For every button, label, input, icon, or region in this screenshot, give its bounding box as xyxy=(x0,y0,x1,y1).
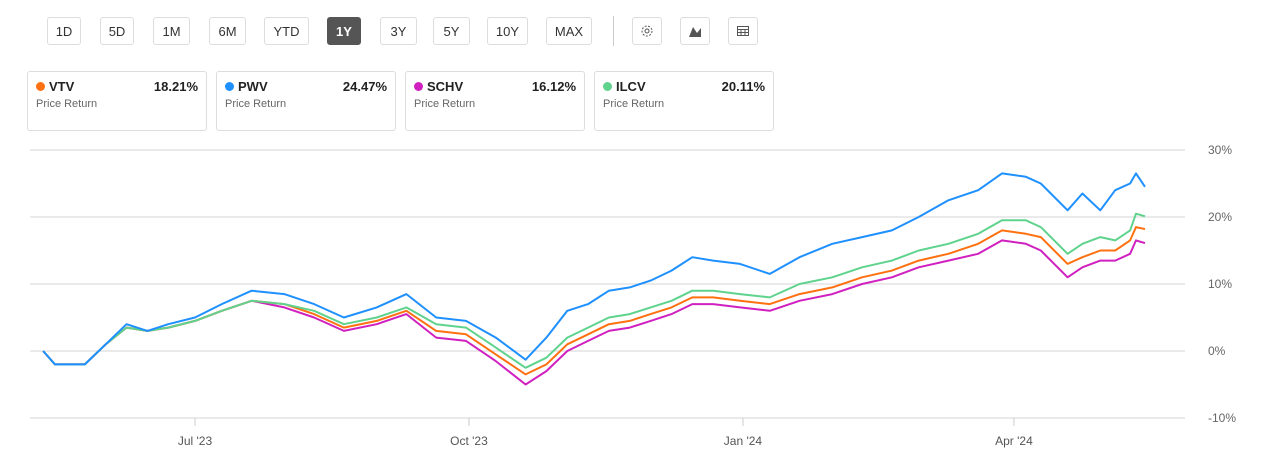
y-tick-label: 10% xyxy=(1208,277,1232,291)
x-tick-label: Apr '24 xyxy=(995,434,1033,448)
series-line-schv xyxy=(42,239,1146,386)
x-tick-label: Jan '24 xyxy=(724,434,763,448)
x-tick-label: Jul '23 xyxy=(178,434,213,448)
y-tick-label: 0% xyxy=(1208,344,1226,358)
line-chart: 30% 20% 10% 0% -10% Jul '23 Oct '23 Jan '24 Apr … xyxy=(30,143,1236,448)
series-line-ilcv xyxy=(42,212,1146,369)
x-tick-label: Oct '23 xyxy=(450,434,488,448)
series-line-pwv xyxy=(42,172,1146,366)
y-tick-label: -10% xyxy=(1208,411,1236,425)
y-tick-label: 30% xyxy=(1208,143,1232,157)
y-tick-label: 20% xyxy=(1208,210,1232,224)
